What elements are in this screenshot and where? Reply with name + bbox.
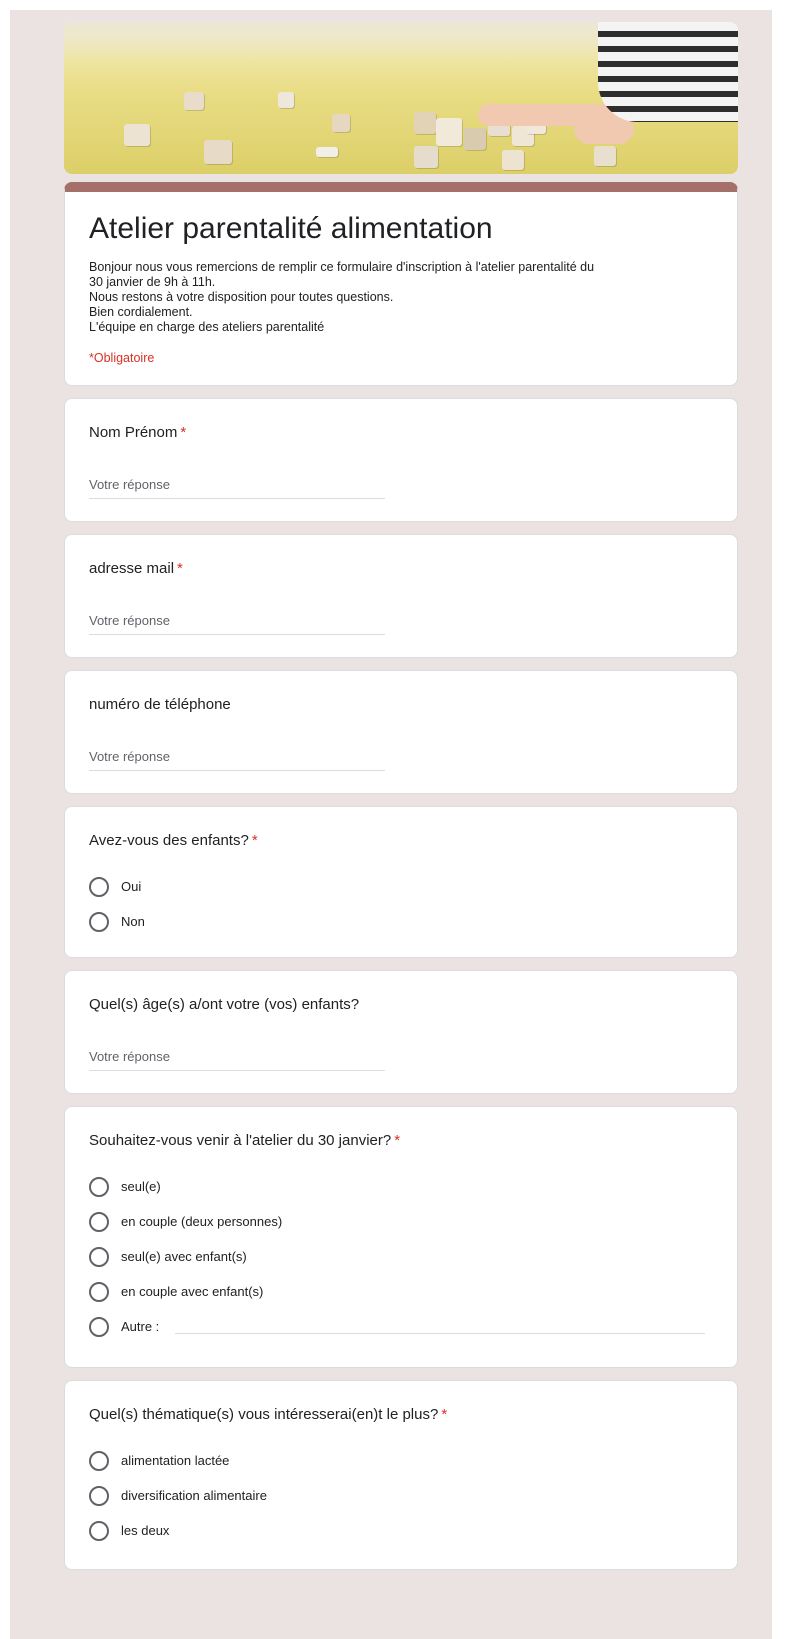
radio-button[interactable] <box>89 1485 109 1506</box>
radio-option[interactable]: alimentation lactée <box>89 1443 713 1478</box>
required-asterisk: * <box>177 560 183 577</box>
required-asterisk: * <box>251 832 258 849</box>
radio-button[interactable] <box>89 1211 109 1232</box>
question-card-children-ages: Quel(s) âge(s) a/ont votre (vos) enfants… <box>64 970 738 1094</box>
question-card-children: Avez-vous des enfants? * Oui Non <box>64 806 738 958</box>
radio-option[interactable]: en couple avec enfant(s) <box>89 1274 713 1309</box>
description-line: Nous restons à votre disposition pour to… <box>89 290 394 304</box>
description-line: L'équipe en charge des ateliers parental… <box>89 320 325 334</box>
radio-button[interactable] <box>89 1316 109 1337</box>
option-label: seul(e) <box>121 1179 161 1194</box>
question-label: Quel(s) âge(s) a/ont votre (vos) enfants… <box>89 996 360 1013</box>
option-label: les deux <box>121 1523 170 1538</box>
option-label: Non <box>121 914 145 929</box>
description-line: Bonjour nous vous remercions de remplir … <box>89 260 595 274</box>
required-asterisk: * <box>441 1406 448 1423</box>
radio-group: alimentation lactée diversification alim… <box>89 1443 713 1548</box>
other-text-input[interactable] <box>175 1319 705 1334</box>
radio-option[interactable]: Non <box>89 904 713 939</box>
form-description: Bonjour nous vous remercions de remplir … <box>89 260 713 335</box>
question-label: Souhaitez-vous venir à l'atelier du 30 j… <box>89 1132 401 1149</box>
header-image <box>64 22 738 174</box>
question-label: numéro de téléphone <box>89 696 231 713</box>
radio-button[interactable] <box>89 911 109 932</box>
required-asterisk: * <box>180 424 187 441</box>
radio-option-other[interactable]: Autre : <box>89 1309 713 1344</box>
children-ages-input[interactable]: Votre réponse <box>89 1049 385 1071</box>
radio-option[interactable]: Oui <box>89 869 713 904</box>
radio-group: seul(e) en couple (deux personnes) seul(… <box>89 1169 713 1344</box>
radio-option[interactable]: seul(e) <box>89 1169 713 1204</box>
name-input[interactable]: Votre réponse <box>89 477 385 499</box>
option-label: diversification alimentaire <box>121 1488 267 1503</box>
radio-option[interactable]: les deux <box>89 1513 713 1548</box>
radio-button[interactable] <box>89 1520 109 1541</box>
question-label: Nom Prénom * <box>89 424 187 441</box>
radio-button[interactable] <box>89 1246 109 1267</box>
phone-input[interactable]: Votre réponse <box>89 749 385 771</box>
radio-button[interactable] <box>89 1281 109 1302</box>
email-input[interactable]: Votre réponse <box>89 613 385 635</box>
radio-option[interactable]: en couple (deux personnes) <box>89 1204 713 1239</box>
required-note: *Obligatoire <box>89 351 155 365</box>
radio-group: Oui Non <box>89 869 713 939</box>
option-label: seul(e) avec enfant(s) <box>121 1249 247 1264</box>
option-label: Autre : <box>121 1319 160 1334</box>
question-card-name: Nom Prénom * Votre réponse <box>64 398 738 522</box>
question-label: adresse mail * <box>89 560 183 577</box>
description-line: 30 janvier de 9h à 11h. <box>89 275 216 289</box>
required-asterisk: * <box>394 1132 401 1149</box>
description-line: Bien cordialement. <box>89 305 193 319</box>
question-label: Avez-vous des enfants? * <box>89 832 258 849</box>
radio-button[interactable] <box>89 1450 109 1471</box>
radio-option[interactable]: seul(e) avec enfant(s) <box>89 1239 713 1274</box>
question-card-email: adresse mail * Votre réponse <box>64 534 738 658</box>
radio-button[interactable] <box>89 1176 109 1197</box>
option-label: en couple avec enfant(s) <box>121 1284 264 1299</box>
option-label: Oui <box>121 879 142 894</box>
radio-option[interactable]: diversification alimentaire <box>89 1478 713 1513</box>
radio-button[interactable] <box>89 876 109 897</box>
question-label: Quel(s) thématique(s) vous intéresserai(… <box>89 1406 448 1423</box>
question-card-themes: Quel(s) thématique(s) vous intéresserai(… <box>64 1380 738 1570</box>
question-card-attendance: Souhaitez-vous venir à l'atelier du 30 j… <box>64 1106 738 1368</box>
question-card-phone: numéro de téléphone Votre réponse <box>64 670 738 794</box>
form-column: Atelier parentalité alimentation Bonjour… <box>64 22 738 1570</box>
form-title: Atelier parentalité alimentation <box>89 212 493 245</box>
option-label: alimentation lactée <box>121 1453 230 1468</box>
option-label: en couple (deux personnes) <box>121 1214 283 1229</box>
form-header-card: Atelier parentalité alimentation Bonjour… <box>64 182 738 386</box>
